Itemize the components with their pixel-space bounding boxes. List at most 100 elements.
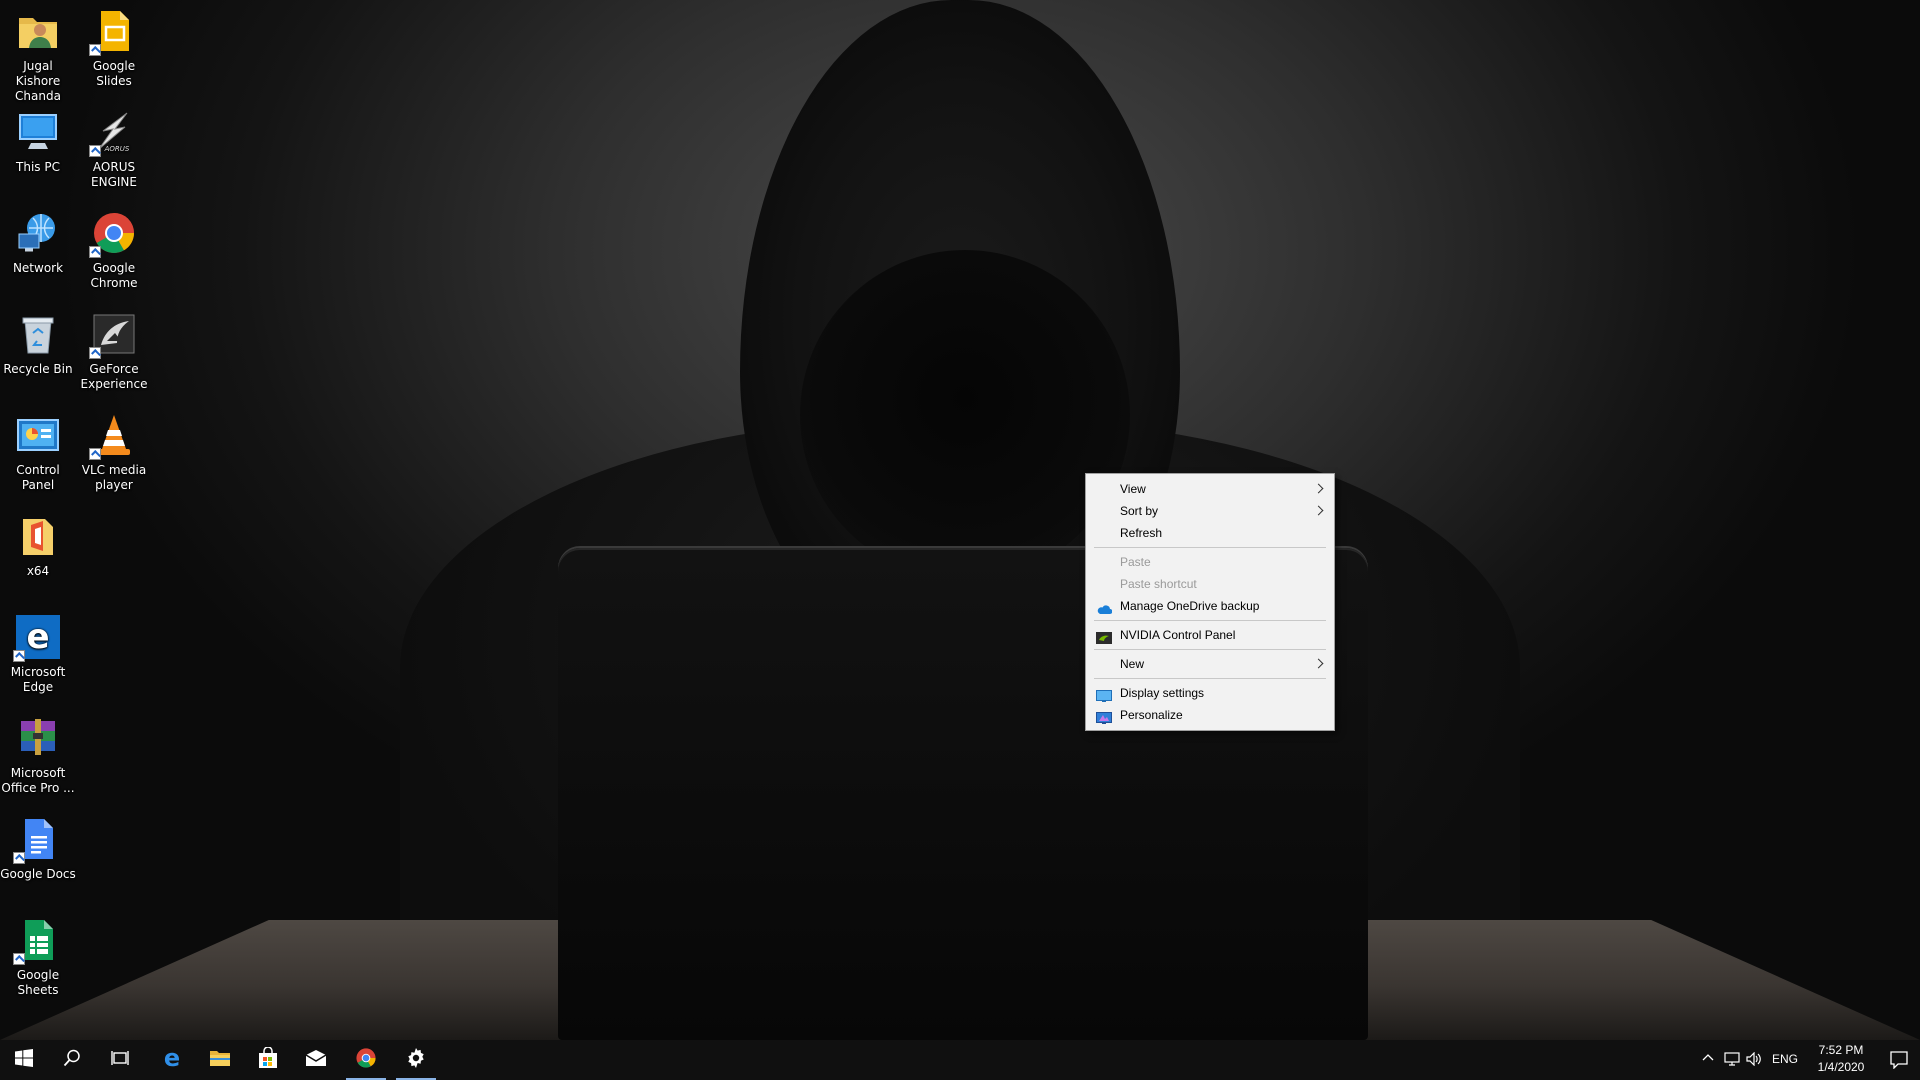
menu-item-paste-shortcut: Paste shortcut bbox=[1086, 573, 1334, 595]
menu-item-onedrive-label: Manage OneDrive backup bbox=[1120, 599, 1260, 613]
desktop-icon-this-pc[interactable]: This PC bbox=[0, 101, 76, 197]
start-button[interactable] bbox=[0, 1040, 48, 1080]
menu-item-new[interactable]: New bbox=[1086, 653, 1334, 675]
desktop-icon-recycle-bin[interactable]: Recycle Bin bbox=[0, 303, 76, 399]
menu-item-refresh[interactable]: Refresh bbox=[1086, 522, 1334, 544]
edge-icon: e bbox=[161, 1044, 183, 1073]
desktop-icon-aorus-engine[interactable]: AORUS AORUS ENGINE bbox=[76, 101, 152, 197]
store-icon bbox=[257, 1046, 279, 1073]
aorus-engine-icon: AORUS bbox=[89, 109, 137, 157]
task-view-button[interactable] bbox=[96, 1040, 144, 1080]
menu-item-nvidia-control-panel[interactable]: NVIDIA Control Panel bbox=[1086, 624, 1334, 646]
menu-item-view-label: View bbox=[1120, 482, 1146, 496]
desktop-icon-geforce-experience[interactable]: GeForce Experience bbox=[76, 303, 152, 399]
desktop-icon-google-chrome[interactable]: Google Chrome bbox=[76, 202, 152, 298]
file-explorer-icon bbox=[209, 1049, 231, 1071]
clock-date: 1/4/2020 bbox=[1817, 1060, 1865, 1074]
geforce-experience-icon bbox=[89, 311, 137, 359]
menu-item-refresh-label: Refresh bbox=[1120, 526, 1163, 540]
action-center-icon[interactable] bbox=[1890, 1051, 1908, 1072]
menu-item-display-settings-label: Display settings bbox=[1120, 686, 1205, 700]
clock[interactable]: 7:52 PM 1/4/2020 bbox=[1806, 1042, 1876, 1076]
wallpaper-figure-face bbox=[800, 250, 1130, 580]
desktop-icon-network[interactable]: Network bbox=[0, 202, 76, 298]
chrome-icon bbox=[355, 1047, 377, 1073]
personalize-icon bbox=[1096, 709, 1112, 724]
desktop-icon-user-folder[interactable]: Jugal Kishore Chanda bbox=[0, 0, 76, 103]
menu-item-personalize[interactable]: Personalize bbox=[1086, 704, 1334, 726]
shortcut-arrow-icon bbox=[13, 650, 25, 662]
winrar-archive-icon bbox=[15, 715, 61, 761]
this-pc-icon bbox=[15, 109, 61, 155]
taskbar-settings-button[interactable] bbox=[392, 1040, 440, 1080]
onedrive-cloud-icon bbox=[1096, 600, 1113, 614]
google-docs-icon bbox=[13, 816, 61, 864]
windows-start-icon bbox=[15, 1049, 33, 1071]
taskbar-chrome-button[interactable] bbox=[342, 1040, 390, 1080]
office-installer-icon bbox=[15, 513, 61, 559]
taskbar-mail-button[interactable] bbox=[292, 1040, 340, 1080]
menu-item-paste-label: Paste bbox=[1120, 555, 1151, 569]
desktop-icon-google-docs[interactable]: Google Docs bbox=[0, 808, 76, 904]
desktop-wallpaper bbox=[0, 0, 1920, 1040]
svg-text:AORUS: AORUS bbox=[104, 145, 130, 153]
show-hidden-icons-chevron-icon[interactable] bbox=[1702, 1052, 1714, 1067]
shortcut-arrow-icon bbox=[89, 145, 101, 157]
shortcut-arrow-icon bbox=[89, 44, 101, 56]
svg-text:e: e bbox=[164, 1047, 180, 1069]
shortcut-arrow-icon bbox=[89, 448, 101, 460]
input-language-indicator[interactable]: ENG bbox=[1772, 1052, 1798, 1066]
menu-item-paste: Paste bbox=[1086, 551, 1334, 573]
volume-icon[interactable] bbox=[1746, 1051, 1762, 1069]
desktop-icon-control-panel[interactable]: Control Panel bbox=[0, 404, 76, 500]
google-sheets-icon bbox=[13, 917, 61, 965]
menu-separator bbox=[1094, 678, 1326, 679]
shortcut-arrow-icon bbox=[13, 852, 25, 864]
settings-gear-icon bbox=[406, 1048, 426, 1072]
chrome-icon bbox=[89, 210, 137, 258]
recycle-bin-icon bbox=[15, 311, 61, 357]
menu-item-new-label: New bbox=[1120, 657, 1145, 671]
clock-time: 7:52 PM bbox=[1818, 1043, 1864, 1057]
taskbar-store-button[interactable] bbox=[244, 1040, 292, 1080]
menu-item-paste-shortcut-label: Paste shortcut bbox=[1120, 577, 1197, 591]
menu-item-sort-by[interactable]: Sort by bbox=[1086, 500, 1334, 522]
task-view-icon bbox=[111, 1050, 129, 1070]
network-icon bbox=[15, 210, 61, 256]
desktop-icon-office-archive[interactable]: Microsoft Office Pro ... bbox=[0, 707, 76, 803]
shortcut-arrow-icon bbox=[13, 953, 25, 965]
desktop-icon-vlc[interactable]: VLC media player bbox=[76, 404, 152, 500]
menu-item-nvidia-label: NVIDIA Control Panel bbox=[1120, 628, 1236, 642]
menu-item-personalize-label: Personalize bbox=[1120, 708, 1183, 722]
menu-item-display-settings[interactable]: Display settings bbox=[1086, 682, 1334, 704]
submenu-arrow-icon bbox=[1313, 505, 1324, 516]
search-button[interactable] bbox=[48, 1040, 96, 1080]
taskbar-edge-button[interactable]: e bbox=[148, 1040, 196, 1080]
system-tray: ENG 7:52 PM 1/4/2020 bbox=[1690, 1040, 1920, 1080]
submenu-arrow-icon bbox=[1313, 658, 1324, 669]
taskbar-file-explorer-button[interactable] bbox=[196, 1040, 244, 1080]
menu-item-view[interactable]: View bbox=[1086, 478, 1334, 500]
desktop-icon-google-sheets[interactable]: Google Sheets bbox=[0, 909, 76, 1005]
desktop-icon-x64[interactable]: x64 bbox=[0, 505, 76, 601]
google-slides-icon bbox=[89, 8, 137, 56]
edge-icon: e bbox=[13, 614, 61, 662]
user-folder-icon bbox=[15, 8, 61, 54]
vlc-icon bbox=[89, 412, 137, 460]
svg-text:e: e bbox=[26, 617, 49, 657]
nvidia-icon bbox=[1096, 629, 1112, 644]
submenu-arrow-icon bbox=[1313, 483, 1324, 494]
shortcut-arrow-icon bbox=[89, 347, 101, 359]
shortcut-arrow-icon bbox=[89, 246, 101, 258]
menu-item-sort-by-label: Sort by bbox=[1120, 504, 1159, 518]
network-tray-icon[interactable] bbox=[1724, 1052, 1740, 1069]
search-icon bbox=[63, 1049, 81, 1071]
mail-icon bbox=[305, 1049, 327, 1071]
menu-separator bbox=[1094, 547, 1326, 548]
menu-separator bbox=[1094, 649, 1326, 650]
menu-item-onedrive-backup[interactable]: Manage OneDrive backup bbox=[1086, 595, 1334, 617]
control-panel-icon bbox=[15, 412, 61, 458]
display-settings-icon bbox=[1096, 687, 1112, 702]
desktop-icon-edge[interactable]: e Microsoft Edge bbox=[0, 606, 76, 702]
desktop-icon-google-slides[interactable]: Google Slides bbox=[76, 0, 152, 96]
